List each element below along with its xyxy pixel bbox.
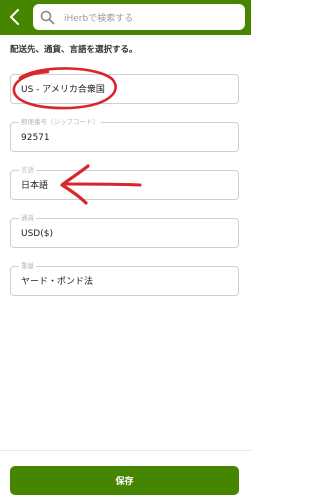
language-select[interactable]: 言語 日本語 [10,166,239,200]
zip-code-field[interactable]: 郵便番号（ジップコード） 92571 [10,118,239,152]
language-value: 日本語 [21,181,49,191]
country-select[interactable]: US - アメリカ合衆国 [10,74,239,104]
top-bar: iHerbで検索する [0,0,251,35]
country-value: US - アメリカ合衆国 [21,85,105,95]
chevron-left-icon [10,9,19,25]
save-button[interactable]: 保存 [10,466,239,495]
search-input[interactable]: iHerbで検索する [33,4,245,30]
currency-select[interactable]: 通貨 USD($) [10,214,239,248]
currency-value: USD($) [21,229,53,239]
weight-unit-value: ヤード・ポンド法 [21,277,94,287]
search-icon [40,9,56,25]
zip-code-value: 92571 [21,133,50,143]
search-placeholder: iHerbで検索する [64,13,134,24]
back-button[interactable] [4,6,26,28]
footer-divider [0,450,251,451]
weight-unit-select[interactable]: 重量 ヤード・ポンド法 [10,262,239,296]
page-instructions: 配送先、通貨、言語を選択する。 [10,45,138,55]
